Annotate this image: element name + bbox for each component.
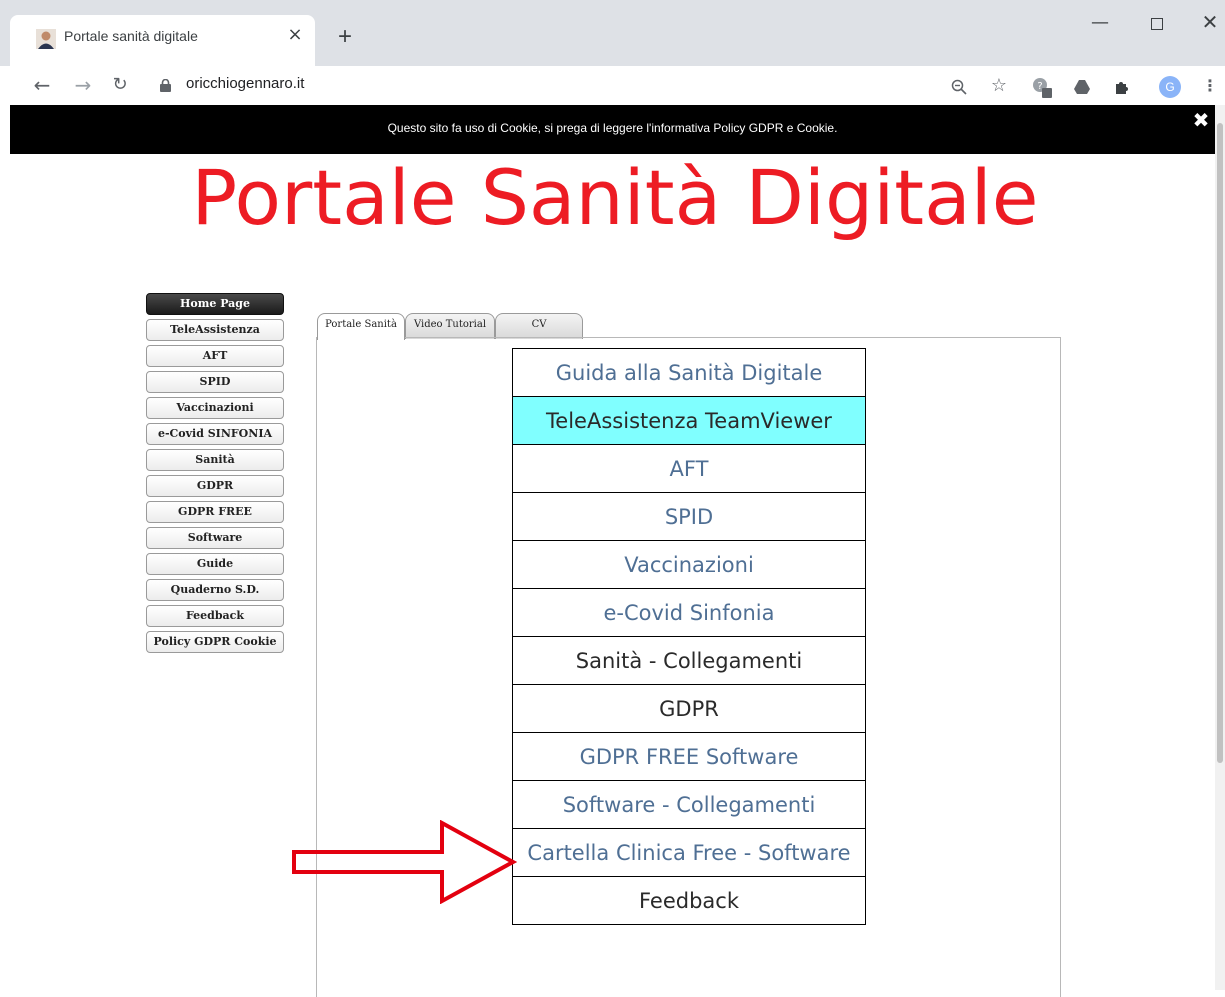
link-table: Guida alla Sanità Digitale TeleAssistenz… [512,348,866,925]
browser-tab-strip: Portale sanità digitale × + — ✕ [0,0,1225,66]
side-menu-item-guide[interactable]: Guide [146,553,284,575]
window-close-button[interactable]: ✕ [1195,8,1225,38]
side-menu-item-feedback[interactable]: Feedback [146,605,284,627]
link-gdpr-free-software[interactable]: GDPR FREE Software [513,733,865,781]
side-menu-item-sanita[interactable]: Sanità [146,449,284,471]
side-menu-item-gdpr[interactable]: GDPR [146,475,284,497]
portrait-favicon-icon [36,29,56,49]
forward-arrow-icon[interactable]: → [71,73,95,97]
extension-icon[interactable]: ? [1030,74,1054,98]
side-menu-item-e-covid-sinfonia[interactable]: e-Covid SINFONIA [146,423,284,445]
link-software-collegamenti[interactable]: Software - Collegamenti [513,781,865,829]
link-gdpr[interactable]: GDPR [513,685,865,733]
browser-toolbar: ← → ↻ oricchiogennaro.it ☆ ? G ⋮ [0,66,1225,105]
lock-icon[interactable] [160,79,171,92]
cookie-banner: Questo sito fa uso di Cookie, si prega d… [10,105,1215,154]
link-vaccinazioni[interactable]: Vaccinazioni [513,541,865,589]
side-menu: Home Page TeleAssistenza AFT SPID Vaccin… [146,293,284,657]
link-spid[interactable]: SPID [513,493,865,541]
link-cartella-clinica-free[interactable]: Cartella Clinica Free - Software [513,829,865,877]
link-e-covid-sinfonia[interactable]: e-Covid Sinfonia [513,589,865,637]
side-menu-item-teleassistenza[interactable]: TeleAssistenza [146,319,284,341]
side-menu-item-gdpr-free[interactable]: GDPR FREE [146,501,284,523]
tab-cv[interactable]: CV [495,313,583,339]
side-menu-item-aft[interactable]: AFT [146,345,284,367]
tab-close-icon[interactable]: × [284,24,306,46]
reload-icon[interactable]: ↻ [108,73,132,97]
back-arrow-icon[interactable]: ← [30,73,54,97]
tab-title: Portale sanità digitale [64,28,198,44]
browser-tab[interactable]: Portale sanità digitale × [10,15,315,66]
minimize-button[interactable]: — [1085,8,1115,38]
side-menu-item-policy-gdpr-cookie[interactable]: Policy GDPR Cookie [146,631,284,653]
new-tab-button[interactable]: + [330,22,360,52]
bookmark-star-icon[interactable]: ☆ [987,74,1011,98]
side-menu-item-quaderno[interactable]: Quaderno S.D. [146,579,284,601]
link-feedback[interactable]: Feedback [513,877,865,925]
site-title: Portale Sanità Digitale [191,153,1039,242]
cookie-close-icon[interactable]: ✖ [1191,110,1211,130]
link-aft[interactable]: AFT [513,445,865,493]
maximize-button[interactable] [1142,8,1172,38]
red-arrow-annotation-icon [292,820,517,904]
more-menu-icon[interactable]: ⋮ [1198,74,1222,98]
tab-portale-sanita[interactable]: Portale Sanità [317,313,405,340]
side-menu-item-vaccinazioni[interactable]: Vaccinazioni [146,397,284,419]
link-teleassistenza-teamviewer[interactable]: TeleAssistenza TeamViewer [513,397,865,445]
puzzle-icon[interactable] [1110,74,1134,98]
svg-text:?: ? [1037,81,1042,92]
side-menu-item-software[interactable]: Software [146,527,284,549]
drive-icon[interactable] [1070,74,1094,98]
maximize-icon [1151,17,1163,30]
address-bar-url[interactable]: oricchiogennaro.it [186,75,304,92]
side-menu-item-home-page[interactable]: Home Page [146,293,284,315]
tab-video-tutorial[interactable]: Video Tutorial [405,313,495,339]
zoom-icon[interactable] [947,74,971,98]
profile-avatar[interactable]: G [1159,76,1181,98]
link-guida-sanita-digitale[interactable]: Guida alla Sanità Digitale [513,349,865,397]
cookie-banner-text: Questo sito fa uso di Cookie, si prega d… [387,121,838,135]
link-sanita-collegamenti[interactable]: Sanità - Collegamenti [513,637,865,685]
side-menu-item-spid[interactable]: SPID [146,371,284,393]
